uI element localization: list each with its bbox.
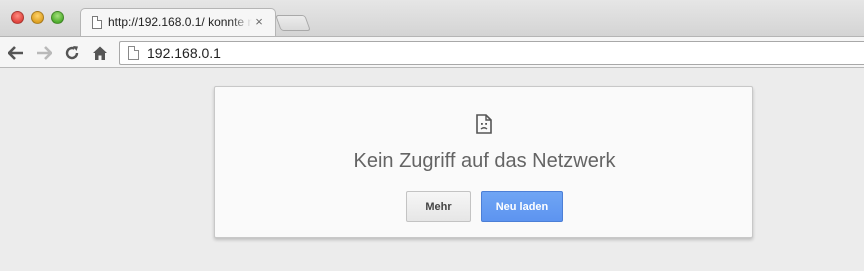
home-icon[interactable] (89, 42, 111, 64)
error-title: Kein Zugriff auf das Netzwerk (353, 150, 616, 172)
window-maximize-button[interactable] (51, 11, 64, 24)
broken-page-icon (476, 114, 492, 134)
tab-title: http://192.168.0.1/ konnte nicht aufgeru… (108, 15, 252, 29)
active-tab[interactable]: http://192.168.0.1/ konnte nicht aufgeru… (80, 8, 276, 36)
back-arrow-icon[interactable] (5, 42, 27, 64)
page-icon (92, 16, 102, 29)
reload-button[interactable]: Neu laden (481, 191, 563, 222)
error-card: Kein Zugriff auf das Netzwerk Mehr Neu l… (214, 86, 753, 238)
tab-strip: http://192.168.0.1/ konnte nicht aufgeru… (0, 0, 864, 36)
page-icon (128, 46, 139, 60)
address-text[interactable]: 192.168.0.1 (147, 45, 221, 61)
reload-icon[interactable] (61, 42, 83, 64)
new-tab-button[interactable] (275, 15, 311, 31)
window-minimize-button[interactable] (31, 11, 44, 24)
address-bar[interactable]: 192.168.0.1 (119, 41, 864, 65)
close-tab-icon[interactable]: × (253, 14, 265, 29)
more-button[interactable]: Mehr (406, 191, 471, 222)
forward-arrow-icon[interactable] (33, 42, 55, 64)
window-close-button[interactable] (11, 11, 24, 24)
toolbar: 192.168.0.1 (0, 36, 864, 68)
